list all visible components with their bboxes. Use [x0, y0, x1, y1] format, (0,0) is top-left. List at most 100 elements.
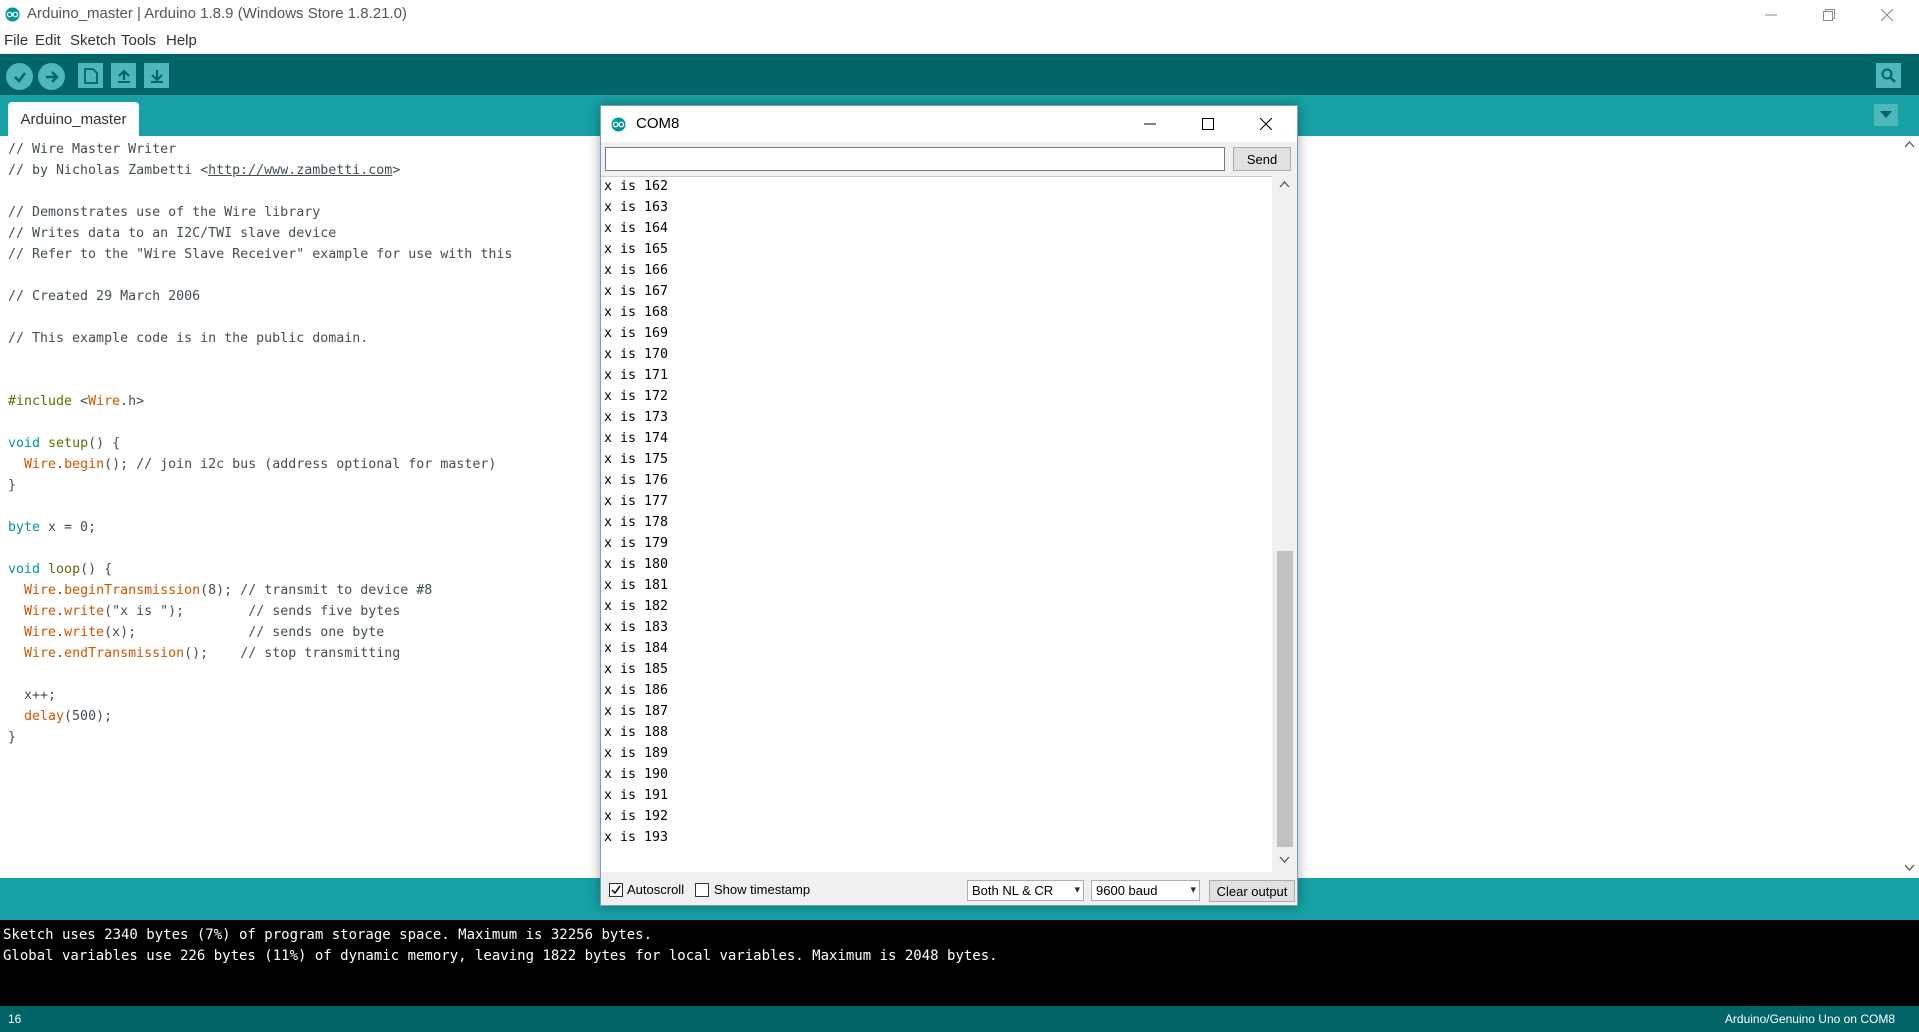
serial-output: x is 162 x is 163 x is 164 x is 165 x is 166…: [601, 176, 1272, 872]
verify-button[interactable]: [6, 63, 33, 90]
menu-help[interactable]: Help: [166, 32, 197, 49]
title-bar: Arduino_master | Arduino 1.8.9 (Windows …: [0, 0, 1919, 29]
chevron-down-icon: ▾: [1074, 884, 1080, 896]
serial-output-line: x is 170: [604, 347, 669, 362]
code-line: // This example code is in the public do…: [8, 331, 369, 346]
scroll-up-icon[interactable]: [1279, 180, 1290, 188]
arrow-right-icon: [45, 70, 59, 83]
arduino-logo-icon: [5, 7, 20, 22]
menu-sketch[interactable]: Sketch: [70, 32, 116, 49]
serial-output-line: x is 184: [604, 641, 669, 656]
menu-bar: File Edit Sketch Tools Help: [0, 29, 1919, 54]
code-line: x++;: [8, 688, 57, 703]
serial-output-line: x is 182: [604, 599, 669, 614]
restore-button[interactable]: [1800, 0, 1858, 29]
arduino-logo-icon: [611, 117, 626, 132]
serial-output-line: x is 165: [604, 242, 669, 257]
serial-output-line: x is 185: [604, 662, 669, 677]
menu-file[interactable]: File: [4, 32, 28, 49]
serial-output-line: x is 164: [604, 221, 669, 236]
scroll-down-icon[interactable]: [1904, 864, 1915, 872]
serial-output-line: x is 186: [604, 683, 669, 698]
board-port-status: Arduino/Genuino Uno on COM8: [1724, 1012, 1895, 1026]
serial-output-line: x is 174: [604, 431, 669, 446]
check-icon: [611, 885, 621, 895]
close-icon: [1881, 8, 1893, 21]
minimize-icon: [1765, 14, 1777, 15]
serial-monitor-title-bar: COM8: [601, 106, 1297, 142]
close-icon: [1260, 118, 1272, 130]
serial-controls: Autoscroll Show timestamp Both NL & CR ▾…: [601, 876, 1297, 905]
serial-scroll-thumb[interactable]: [1277, 551, 1293, 847]
close-button[interactable]: [1858, 0, 1916, 29]
open-icon: [117, 68, 130, 83]
new-icon: [83, 67, 98, 84]
menu-tools[interactable]: Tools: [121, 32, 156, 49]
timestamp-checkbox[interactable]: [695, 883, 709, 897]
code-line: delay(500);: [24, 709, 113, 724]
save-icon: [150, 69, 163, 83]
serial-output-line: x is 166: [604, 263, 669, 278]
code-line: }: [8, 478, 17, 493]
code-line: // Created 29 March 2006: [8, 289, 201, 304]
save-button[interactable]: [144, 63, 169, 88]
serial-output-line: x is 177: [604, 494, 669, 509]
scroll-down-icon[interactable]: [1279, 856, 1290, 864]
autoscroll-checkbox[interactable]: [609, 883, 623, 897]
serial-monitor-button[interactable]: [1876, 63, 1901, 88]
code-line: #include <Wire.h>: [8, 394, 145, 409]
serial-maximize-button[interactable]: [1179, 106, 1237, 142]
code-line: // Refer to the "Wire Slave Receiver" ex…: [8, 247, 513, 262]
window-title: Arduino_master | Arduino 1.8.9 (Windows …: [27, 5, 407, 22]
baud-value: 9600 baud: [1096, 883, 1158, 898]
line-ending-select[interactable]: Both NL & CR ▾: [967, 880, 1084, 901]
serial-output-line: x is 188: [604, 725, 669, 740]
code-line: Wire.write("x is "); // sends five bytes: [24, 604, 401, 619]
code-line: // Wire Master Writer: [8, 142, 177, 157]
serial-output-line: x is 168: [604, 305, 669, 320]
code-line: // Writes data to an I2C/TWI slave devic…: [8, 226, 337, 241]
serial-output-line: x is 192: [604, 809, 669, 824]
toolbar: [0, 54, 1919, 95]
serial-output-line: x is 173: [604, 410, 669, 425]
open-button[interactable]: [111, 63, 136, 88]
serial-output-line: x is 171: [604, 368, 669, 383]
timestamp-label: Show timestamp: [714, 882, 811, 897]
serial-output-line: x is 187: [604, 704, 669, 719]
tab-arduino-master[interactable]: Arduino_master: [8, 102, 139, 136]
maximize-icon: [1202, 118, 1214, 130]
serial-output-line: x is 176: [604, 473, 669, 488]
serial-output-line: x is 183: [604, 620, 669, 635]
scroll-up-icon[interactable]: [1904, 140, 1915, 148]
menu-edit[interactable]: Edit: [35, 32, 61, 49]
serial-output-line: x is 163: [604, 200, 669, 215]
autoscroll-label: Autoscroll: [627, 882, 685, 897]
chevron-down-icon: ▾: [1190, 884, 1196, 896]
serial-output-line: x is 175: [604, 452, 669, 467]
chevron-down-icon: [1880, 111, 1892, 118]
serial-output-line: x is 162: [604, 179, 669, 194]
line-ending-value: Both NL & CR: [972, 883, 1054, 898]
serial-output-line: x is 193: [604, 830, 669, 845]
minimize-button[interactable]: [1742, 0, 1800, 29]
status-bar: 16 Arduino/Genuino Uno on COM8: [0, 1006, 1919, 1032]
upload-button[interactable]: [38, 63, 65, 90]
serial-monitor-window: COM8 Send x is 162 x is 163 x is 164 x is 1…: [600, 105, 1298, 906]
code-line: Wire.beginTransmission(8); // transmit t…: [24, 583, 433, 598]
serial-close-button[interactable]: [1237, 106, 1295, 142]
code-area: // Wire Master Writer // by Nicholas Zam…: [8, 139, 512, 748]
code-line: void setup() {: [8, 436, 121, 451]
serial-input[interactable]: [605, 147, 1225, 171]
console-line: Sketch uses 2340 bytes (7%) of program s…: [3, 927, 653, 943]
send-button[interactable]: Send: [1233, 147, 1291, 171]
code-line: void loop() {: [8, 562, 113, 577]
new-button[interactable]: [78, 63, 103, 88]
tab-menu-button[interactable]: [1874, 104, 1898, 126]
code-line: Wire.endTransmission(); // stop transmit…: [24, 646, 401, 661]
baud-select[interactable]: 9600 baud ▾: [1091, 880, 1200, 901]
clear-output-button[interactable]: Clear output: [1209, 880, 1295, 902]
code-line: Wire.write(x); // sends one byte: [24, 625, 385, 640]
serial-minimize-button[interactable]: [1121, 106, 1179, 142]
check-icon: [13, 71, 26, 83]
editor-scrollbar[interactable]: [1900, 136, 1919, 878]
